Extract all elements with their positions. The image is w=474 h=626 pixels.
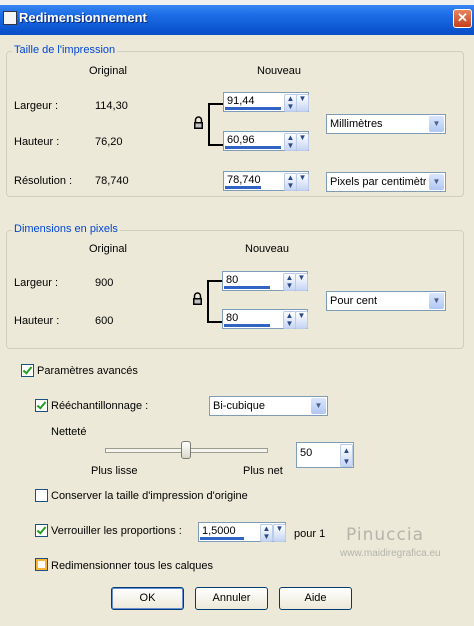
slider-max-label: Plus net <box>243 465 283 477</box>
resample-checkbox[interactable] <box>35 399 48 412</box>
pixel-width-label: Largeur : <box>14 277 59 289</box>
advanced-params-label[interactable]: Paramètres avancés <box>37 365 138 377</box>
resample-method-select[interactable]: Bi-cubique ▼ <box>209 396 328 416</box>
resolution-label: Résolution : <box>14 175 73 187</box>
keep-print-size-checkbox[interactable] <box>35 489 48 502</box>
watermark-name: Pinuccia <box>346 525 424 545</box>
print-new-header: Nouveau <box>257 65 302 77</box>
chevron-down-icon[interactable]: ▼ <box>311 398 326 414</box>
help-button[interactable]: Aide <box>279 587 352 610</box>
value-bar <box>225 146 281 149</box>
pixel-dimensions-group-label: Dimensions en pixels <box>12 223 120 235</box>
close-button[interactable]: ✕ <box>453 9 472 28</box>
value-bar <box>224 324 270 327</box>
keep-print-size-label[interactable]: Conserver la taille d'impression d'origi… <box>51 490 248 502</box>
print-width-label: Largeur : <box>14 100 59 112</box>
pixel-original-header: Original <box>89 243 127 255</box>
print-height-label: Hauteur : <box>14 136 60 148</box>
lock-icon[interactable] <box>193 116 204 132</box>
pixel-width-original: 900 <box>95 277 114 289</box>
pixel-height-label: Hauteur : <box>14 315 60 327</box>
spin-arrows-icon[interactable]: ▲ ▼ <box>340 444 353 467</box>
resolution-unit-select[interactable]: Pixels par centimètre ▼ <box>326 172 446 192</box>
print-unit-select[interactable]: Millimètres ▼ <box>326 114 446 134</box>
sharpness-label: Netteté <box>51 426 87 438</box>
resample-method-value: Bi-cubique <box>213 400 265 412</box>
advanced-params-checkbox[interactable] <box>21 364 34 377</box>
proportion-link-bracket <box>207 280 223 323</box>
background-menu-strip <box>0 0 474 5</box>
sharpness-slider-thumb[interactable] <box>181 441 191 459</box>
chevron-down-icon[interactable]: ▼ <box>429 293 444 309</box>
lock-ratio-label[interactable]: Verrouiller les proportions : <box>51 525 182 537</box>
value-bar <box>225 186 261 189</box>
print-height-spinner[interactable]: 60,96 ▲ ▼ ▼ <box>223 131 309 151</box>
resolution-unit-value: Pixels par centimètre <box>330 176 426 188</box>
ratio-suffix: pour 1 <box>294 528 326 540</box>
pixel-height-original: 600 <box>95 315 114 327</box>
cancel-button[interactable]: Annuler <box>195 587 268 610</box>
value-bar <box>225 107 281 110</box>
print-height-original: 76,20 <box>95 136 123 148</box>
print-size-group-label: Taille de l'impression <box>12 44 118 56</box>
dropdown-icon[interactable]: ▼ <box>295 311 308 329</box>
pixel-unit-value: Pour cent <box>330 295 378 307</box>
resolution-original: 78,740 <box>95 175 129 187</box>
dropdown-icon[interactable]: ▼ <box>296 133 309 151</box>
spin-arrows-icon[interactable]: ▲ ▼ <box>260 524 273 542</box>
chevron-down-icon[interactable]: ▼ <box>429 116 444 132</box>
print-height-value: 60,96 <box>227 134 255 146</box>
value-bar <box>200 537 244 540</box>
pixel-unit-select[interactable]: Pour cent ▼ <box>326 291 446 311</box>
pixel-new-header: Nouveau <box>245 243 290 255</box>
pixel-width-spinner[interactable]: 80 ▲ ▼ ▼ <box>222 271 308 291</box>
ratio-value: 1,5000 <box>202 525 236 537</box>
dropdown-icon[interactable]: ▼ <box>296 173 309 191</box>
pixel-height-value: 80 <box>226 312 239 324</box>
watermark-url: www.maidiregrafica.eu <box>340 548 441 559</box>
dropdown-icon[interactable]: ▼ <box>296 94 309 112</box>
pixel-width-value: 80 <box>226 274 239 286</box>
app-icon <box>3 11 17 25</box>
print-width-value: 91,44 <box>227 95 255 107</box>
print-width-original: 114,30 <box>95 100 128 112</box>
chevron-down-icon[interactable]: ▼ <box>429 174 444 190</box>
sharpness-value: 50 <box>300 447 313 459</box>
slider-min-label: Plus lisse <box>91 465 138 477</box>
value-bar <box>224 286 270 289</box>
print-original-header: Original <box>89 65 127 77</box>
window-title: Redimensionnement <box>19 10 147 25</box>
ratio-spinner[interactable]: 1,5000 ▲ ▼ ▼ <box>198 522 286 542</box>
lock-ratio-checkbox[interactable] <box>35 524 48 537</box>
sharpness-spinner[interactable]: 50 ▲ ▼ <box>296 442 354 468</box>
resize-layers-checkbox[interactable] <box>35 558 48 571</box>
lock-icon[interactable] <box>192 292 203 308</box>
resolution-spinner[interactable]: 78,740 ▲ ▼ ▼ <box>223 171 309 191</box>
resize-layers-label[interactable]: Redimensionner tous les calques <box>51 560 213 572</box>
proportion-link-bracket <box>208 103 224 146</box>
ok-button[interactable]: OK <box>111 587 184 610</box>
resolution-value: 78,740 <box>227 174 261 186</box>
dropdown-icon[interactable]: ▼ <box>273 524 286 542</box>
dropdown-icon[interactable]: ▼ <box>295 273 308 291</box>
resample-label[interactable]: Rééchantillonnage : <box>51 400 148 412</box>
pixel-height-spinner[interactable]: 80 ▲ ▼ ▼ <box>222 309 308 329</box>
print-width-spinner[interactable]: 91,44 ▲ ▼ ▼ <box>223 92 309 112</box>
print-unit-value: Millimètres <box>330 118 383 130</box>
